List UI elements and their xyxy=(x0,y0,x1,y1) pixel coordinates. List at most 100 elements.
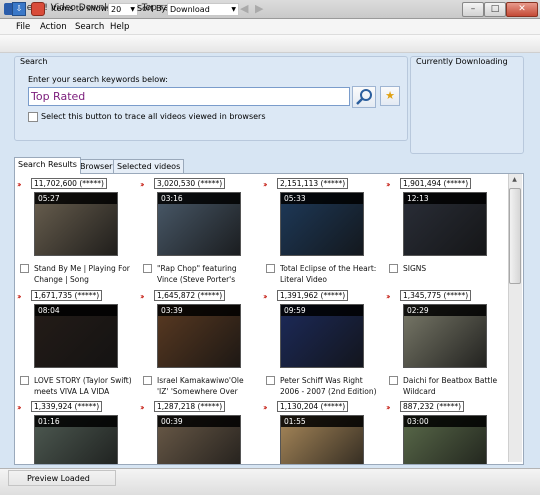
sort-by-value: Download xyxy=(170,5,210,14)
video-thumbnail[interactable]: 08:04 xyxy=(34,304,118,368)
search-button[interactable] xyxy=(352,86,376,108)
tab-search-results[interactable]: Search Results xyxy=(14,157,81,174)
download-arrows-icon[interactable]: ›› xyxy=(386,180,390,189)
video-duration: 05:27 xyxy=(35,193,117,204)
download-arrows-icon[interactable]: ›› xyxy=(386,292,390,301)
video-thumbnail[interactable]: 09:59 xyxy=(280,304,364,368)
download-icon[interactable]: ⇩ xyxy=(12,2,26,16)
video-card[interactable]: ›› 2,151,113 (*****) 05:33 Total Eclipse of… xyxy=(263,178,383,288)
minimize-button[interactable]: – xyxy=(462,2,484,17)
video-title[interactable]: LOVE STORY (Taylor Swift) meets VIVA LA … xyxy=(34,375,132,397)
favorite-star-icon[interactable]: ★ xyxy=(380,86,400,106)
video-thumbnail[interactable]: 01:55 xyxy=(280,415,364,464)
view-count: 11,702,600 (*****) xyxy=(31,178,107,189)
video-card[interactable]: ›› 1,130,204 (*****) 01:55 xyxy=(263,401,383,464)
video-thumbnail[interactable]: 03:16 xyxy=(157,192,241,256)
select-video-checkbox[interactable] xyxy=(143,264,152,273)
menu-help[interactable]: Help xyxy=(110,22,129,32)
search-group-legend: Search xyxy=(20,57,48,66)
video-thumbnail[interactable]: 03:00 xyxy=(403,415,487,464)
video-card[interactable]: ›› 887,232 (*****) 03:00 xyxy=(386,401,506,464)
view-count: 3,020,530 (*****) xyxy=(154,178,226,189)
download-arrows-icon[interactable]: ›› xyxy=(386,403,390,412)
video-duration: 03:00 xyxy=(404,416,486,427)
video-thumbnail[interactable]: 05:27 xyxy=(34,192,118,256)
forward-arrow-icon[interactable]: ▶ xyxy=(255,2,263,15)
download-arrows-icon[interactable]: ›› xyxy=(140,403,144,412)
view-count: 1,391,962 (*****) xyxy=(277,290,349,301)
video-card[interactable]: ›› 1,287,218 (*****) 00:39 xyxy=(140,401,260,464)
video-duration: 05:33 xyxy=(281,193,363,204)
view-count: 1,339,924 (*****) xyxy=(31,401,103,412)
select-video-checkbox[interactable] xyxy=(389,376,398,385)
select-video-checkbox[interactable] xyxy=(266,264,275,273)
video-title[interactable]: Israel Kamakawiwo'Ole 'IZ' 'Somewhere Ov… xyxy=(157,375,255,397)
download-arrows-icon[interactable]: ›› xyxy=(17,292,21,301)
video-title[interactable]: Stand By Me | Playing For Change | Song xyxy=(34,263,132,285)
sort-by-label: Sort By: xyxy=(137,4,169,13)
video-title[interactable]: Peter Schiff Was Right 2006 - 2007 (2nd … xyxy=(280,375,378,397)
currently-downloading-panel xyxy=(410,56,524,154)
download-arrows-icon[interactable]: ›› xyxy=(140,180,144,189)
video-thumbnail[interactable]: 00:39 xyxy=(157,415,241,464)
video-title[interactable]: Total Eclipse of the Heart: Literal Vide… xyxy=(280,263,378,285)
items-to-show-select[interactable]: 20 ▼ xyxy=(108,3,138,16)
download-arrows-icon[interactable]: ›› xyxy=(263,292,267,301)
scroll-up-arrow-icon[interactable]: ▲ xyxy=(508,174,521,185)
video-thumbnail[interactable]: 12:13 xyxy=(403,192,487,256)
download-arrows-icon[interactable]: ›› xyxy=(17,403,21,412)
video-duration: 12:13 xyxy=(404,193,486,204)
view-count: 2,151,113 (*****) xyxy=(277,178,349,189)
maximize-button[interactable]: □ xyxy=(484,2,506,17)
select-video-checkbox[interactable] xyxy=(143,376,152,385)
video-card[interactable]: ›› 1,671,735 (*****) 08:04 LOVE STORY (Tayl… xyxy=(17,290,137,400)
menu-file[interactable]: File xyxy=(16,22,30,32)
view-count: 1,671,735 (*****) xyxy=(31,290,103,301)
back-arrow-icon[interactable]: ◀ xyxy=(240,2,248,15)
currently-downloading-legend: Currently Downloading xyxy=(416,57,508,66)
view-count: 1,901,494 (*****) xyxy=(400,178,472,189)
close-button[interactable]: ✕ xyxy=(506,2,538,17)
video-card[interactable]: ›› 1,339,924 (*****) 01:16 xyxy=(17,401,137,464)
items-to-show-value: 20 xyxy=(111,5,122,14)
video-card[interactable]: ›› 3,020,530 (*****) 03:16 "Rap Chop" featu… xyxy=(140,178,260,288)
status-text: Preview Loaded xyxy=(27,474,90,483)
video-card[interactable]: ›› 1,345,775 (*****) 02:29 Daichi for Beatb… xyxy=(386,290,506,400)
video-duration: 03:16 xyxy=(158,193,240,204)
sort-by-select[interactable]: Download ▼ xyxy=(167,3,239,16)
tab-browser[interactable]: Browser xyxy=(76,159,117,174)
select-video-checkbox[interactable] xyxy=(389,264,398,273)
video-card[interactable]: ›› 1,645,872 (*****) 03:39 Israel Kamakawiw… xyxy=(140,290,260,400)
menu-search[interactable]: Search xyxy=(75,22,104,32)
view-count: 1,287,218 (*****) xyxy=(154,401,226,412)
download-arrows-icon[interactable]: ›› xyxy=(17,180,21,189)
select-video-checkbox[interactable] xyxy=(20,376,29,385)
video-title[interactable]: Daichi for Beatbox Battle Wildcard xyxy=(403,375,501,397)
toolbar xyxy=(0,35,540,53)
view-count: 1,645,872 (*****) xyxy=(154,290,226,301)
video-thumbnail[interactable]: 02:29 xyxy=(403,304,487,368)
select-video-checkbox[interactable] xyxy=(20,264,29,273)
video-thumbnail[interactable]: 03:39 xyxy=(157,304,241,368)
view-count: 1,130,204 (*****) xyxy=(277,401,349,412)
video-title[interactable]: "Rap Chop" featuring Vince (Steve Porter… xyxy=(157,263,255,285)
video-card[interactable]: ›› 11,702,600 (*****) 05:27 Stand By Me | P… xyxy=(17,178,137,288)
video-thumbnail[interactable]: 01:16 xyxy=(34,415,118,464)
video-card[interactable]: ›› 1,901,494 (*****) 12:13 SIGNS xyxy=(386,178,506,288)
stop-icon[interactable] xyxy=(31,2,45,16)
scroll-thumb[interactable] xyxy=(509,188,521,284)
download-arrows-icon[interactable]: ›› xyxy=(140,292,144,301)
search-input[interactable]: Top Rated xyxy=(28,87,350,106)
video-card[interactable]: ›› 1,391,962 (*****) 09:59 Peter Schiff Was… xyxy=(263,290,383,400)
tab-selected-videos[interactable]: Selected videos xyxy=(113,159,185,174)
video-thumbnail[interactable]: 05:33 xyxy=(280,192,364,256)
menu-action[interactable]: Action xyxy=(40,22,67,32)
video-duration: 09:59 xyxy=(281,305,363,316)
download-arrows-icon[interactable]: ›› xyxy=(263,403,267,412)
select-video-checkbox[interactable] xyxy=(266,376,275,385)
download-arrows-icon[interactable]: ›› xyxy=(263,180,267,189)
magnifier-icon xyxy=(356,89,372,105)
trace-browsers-checkbox[interactable] xyxy=(28,112,38,122)
trace-browsers-label: Select this button to trace all videos v… xyxy=(41,112,266,121)
video-title[interactable]: SIGNS xyxy=(403,263,501,285)
